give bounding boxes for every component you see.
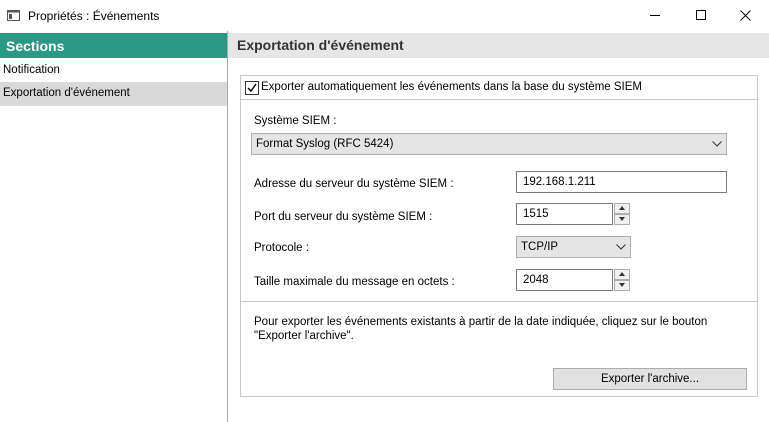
max-message-size-value: 2048 (523, 274, 549, 286)
chevron-down-icon (712, 141, 722, 147)
close-icon (740, 10, 751, 21)
protocol-select[interactable]: TCP/IP (516, 236, 631, 258)
max-message-size-increment-button[interactable] (614, 269, 630, 280)
server-port-spin-buttons (614, 203, 630, 225)
maximize-icon (696, 10, 706, 20)
maximize-button[interactable] (679, 0, 725, 31)
arrow-down-icon (619, 217, 625, 221)
sidebar-header-label: Sections (6, 38, 65, 54)
sidebar-item-event-export[interactable]: Exportation d'événement (0, 82, 227, 106)
close-button[interactable] (723, 0, 769, 31)
protocol-value: TCP/IP (521, 241, 559, 253)
checkmark-icon (247, 83, 257, 93)
server-address-value: 192.168.1.211 (523, 176, 596, 188)
arrow-up-icon (619, 206, 625, 210)
server-port-label: Port du serveur du système SIEM : (254, 211, 433, 223)
auto-export-checkbox-label: Exporter automatiquement les événements … (261, 81, 642, 93)
sidebar: Sections Notification Exportation d'évén… (0, 31, 228, 422)
siem-system-select[interactable]: Format Syslog (RFC 5424) (251, 133, 727, 155)
server-port-increment-button[interactable] (614, 203, 630, 214)
chevron-down-icon (616, 244, 626, 250)
minimize-icon (650, 15, 660, 16)
max-message-size-spin-buttons (614, 269, 630, 291)
export-archive-button[interactable]: Exporter l'archive... (553, 368, 747, 390)
protocol-label: Protocole : (254, 242, 309, 254)
export-archive-button-label: Exporter l'archive... (600, 373, 700, 385)
window-title: Propriétés : Événements (28, 9, 160, 23)
server-port-value: 1515 (523, 208, 549, 220)
max-message-size-decrement-button[interactable] (614, 280, 630, 291)
siem-system-label: Système SIEM : (254, 115, 337, 127)
sidebar-item-label: Exportation d'événement (3, 87, 130, 99)
minimize-button[interactable] (633, 0, 679, 31)
page-title: Exportation d'événement (237, 37, 404, 53)
sidebar-header: Sections (0, 33, 227, 58)
content-header: Exportation d'événement (228, 33, 769, 58)
app-icon (7, 10, 20, 21)
arrow-up-icon (619, 272, 625, 276)
siem-system-value: Format Syslog (RFC 5424) (256, 138, 394, 150)
archive-info-text: Pour exporter les événements existants à… (254, 316, 708, 342)
server-port-stepper[interactable]: 1515 (516, 203, 630, 225)
max-message-size-stepper[interactable]: 2048 (516, 269, 630, 291)
sidebar-item-label: Notification (3, 64, 60, 76)
max-message-size-label: Taille maximale du message en octets : (254, 276, 455, 288)
server-address-input[interactable]: 192.168.1.211 (516, 171, 727, 193)
server-address-label: Adresse du serveur du système SIEM : (254, 178, 454, 190)
arrow-down-icon (619, 283, 625, 287)
auto-export-checkbox[interactable] (245, 81, 259, 95)
server-port-decrement-button[interactable] (614, 214, 630, 225)
divider (241, 99, 757, 100)
title-bar[interactable]: Propriétés : Événements (0, 0, 769, 31)
sidebar-item-notification[interactable]: Notification (0, 59, 227, 83)
